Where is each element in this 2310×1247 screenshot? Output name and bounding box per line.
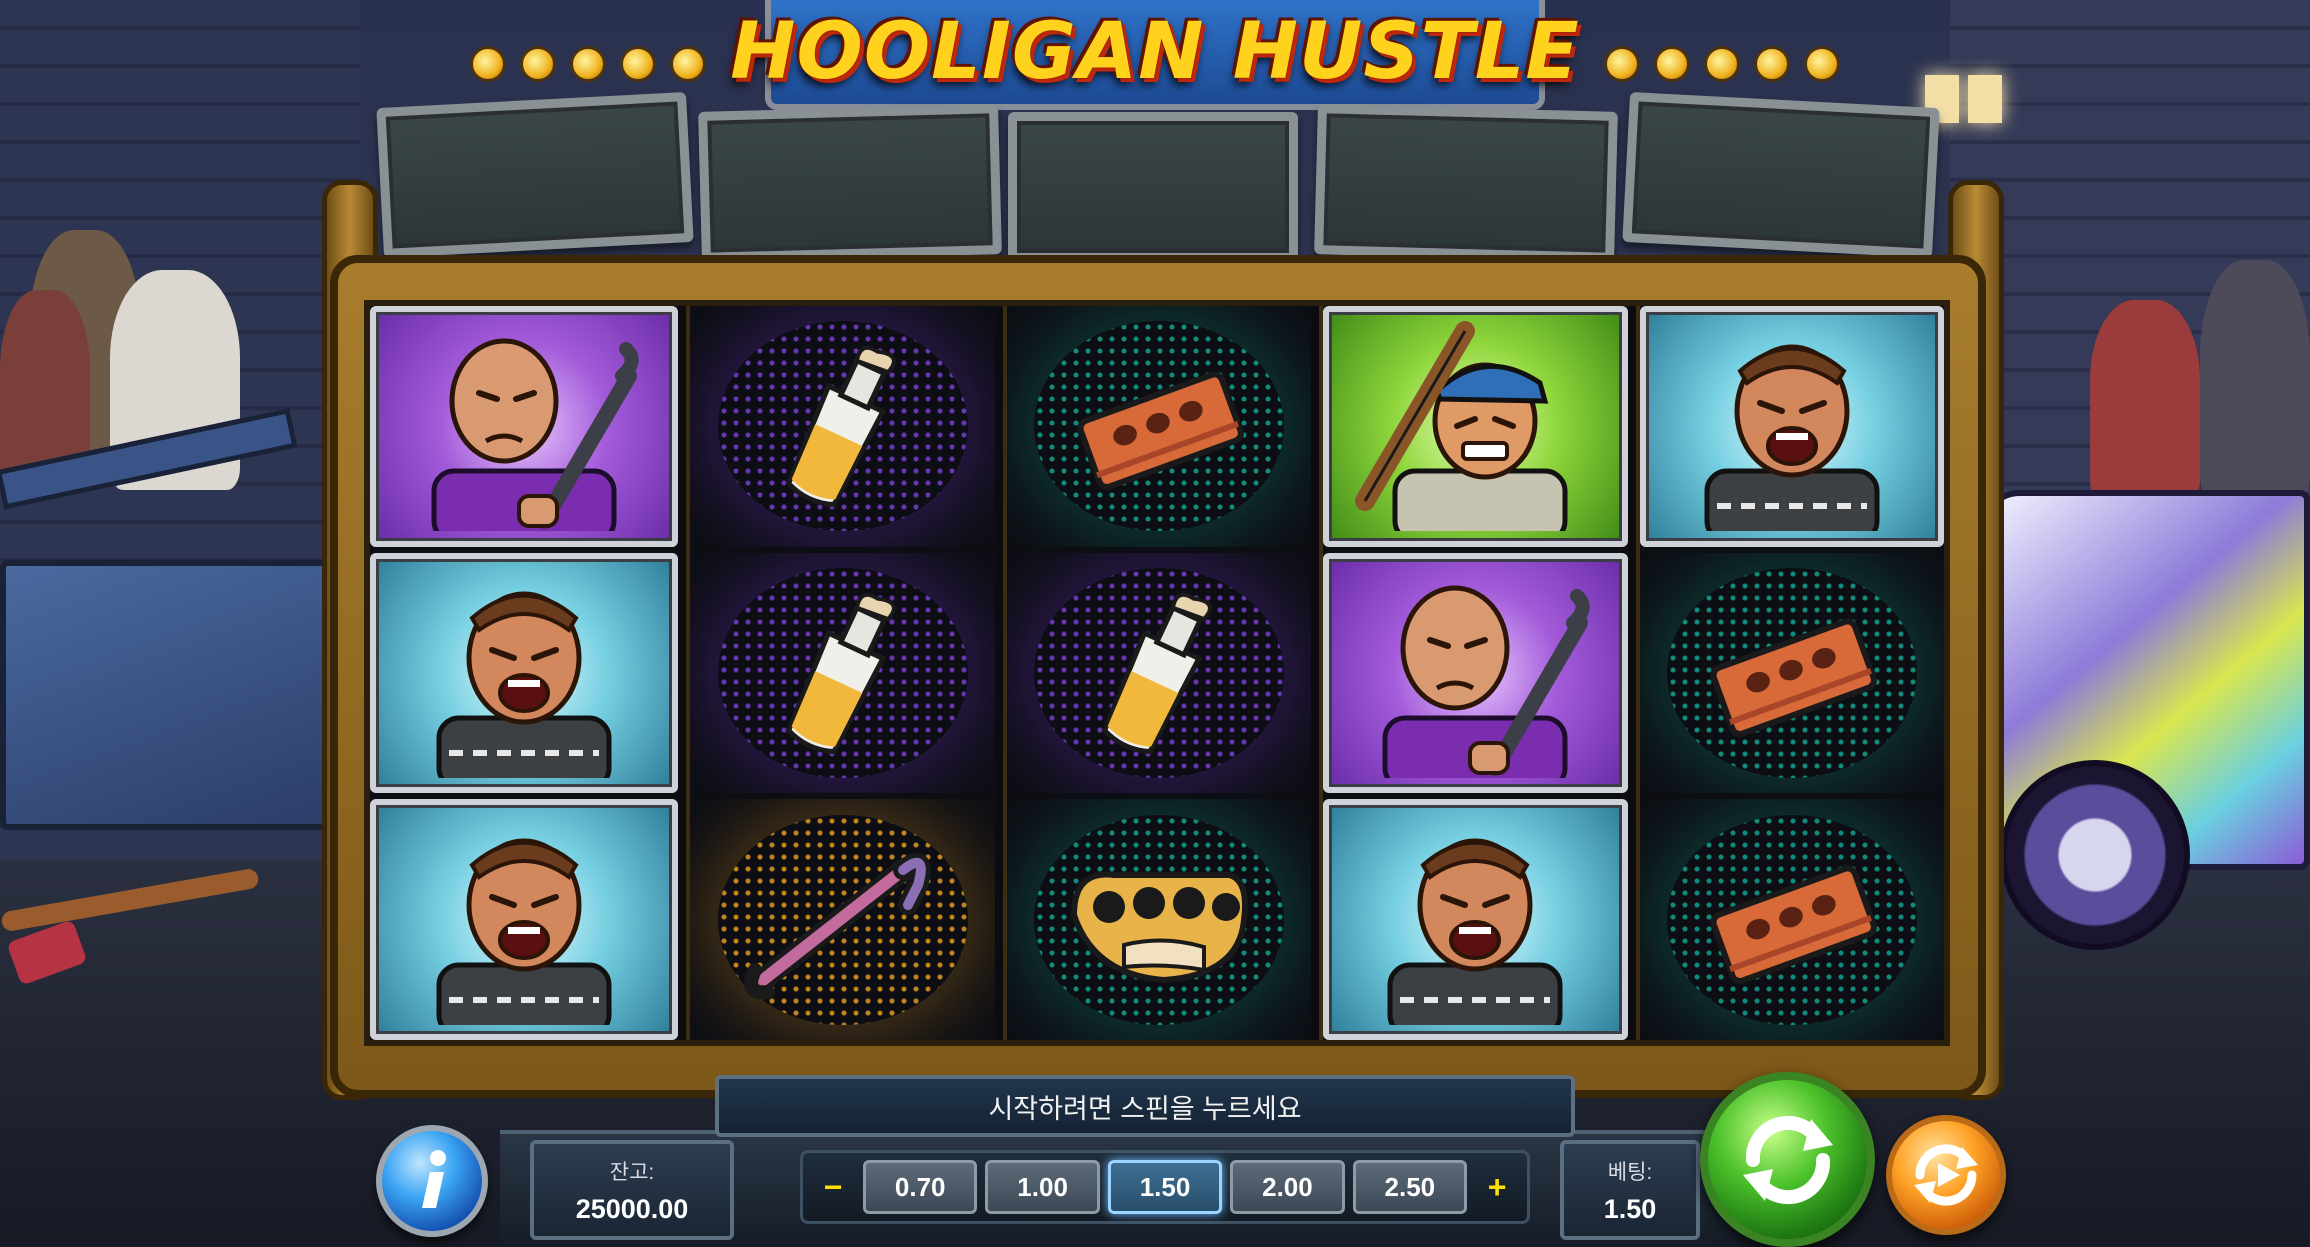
symbol-screaming-fan (370, 552, 679, 794)
symbol-bald-hooligan-pipe (1323, 552, 1628, 794)
reel-grid (364, 300, 1950, 1046)
autoplay-button[interactable] (1886, 1115, 2006, 1235)
info-button[interactable] (376, 1125, 488, 1237)
symbol-molotov-bottle (690, 552, 995, 794)
symbol-crowbar (690, 799, 995, 1040)
bet-option-selected[interactable]: 1.50 (1107, 1160, 1223, 1214)
bet-increase-button[interactable]: + (1475, 1165, 1519, 1209)
balance-label: 잔고: (609, 1160, 655, 1184)
crowd-fan (2200, 260, 2310, 500)
top-screen (698, 104, 1002, 262)
symbol-bald-hooligan-pipe (370, 306, 679, 547)
game-title: HOOLIGAN HUSTLE (730, 7, 1580, 97)
balance-value: 25000.00 (575, 1193, 689, 1224)
status-message: 시작하려면 스핀을 누르세요 (988, 1093, 1302, 1124)
symbol-molotov-bottle (690, 306, 995, 547)
symbol-screaming-fan (1639, 306, 1944, 547)
crowd-fan (2090, 300, 2200, 500)
dumpster (0, 560, 330, 830)
top-screen (1622, 91, 1940, 259)
symbol-brick (1639, 552, 1944, 794)
reel-4 (1319, 306, 1628, 1040)
info-icon (422, 1150, 446, 1208)
symbol-brick (1639, 799, 1944, 1040)
bet-option[interactable]: 1.00 (985, 1160, 1100, 1214)
spin-button[interactable] (1700, 1072, 1875, 1247)
top-screen (1314, 104, 1618, 262)
symbol-screaming-fan (370, 799, 679, 1040)
bet-option[interactable]: 0.70 (863, 1160, 978, 1214)
bet-option[interactable]: 2.50 (1352, 1160, 1468, 1214)
reel-1 (370, 306, 679, 1040)
status-message-bar: 시작하려면 스핀을 누르세요 (715, 1075, 1575, 1137)
balance-display: 잔고: 25000.00 (530, 1140, 734, 1240)
game-title-sign: HOOLIGAN HUSTLE (730, 0, 1579, 110)
symbol-molotov-bottle (1006, 552, 1312, 794)
top-screen (376, 91, 694, 259)
bet-value: 1.50 (1603, 1193, 1657, 1224)
spin-arrows-icon (1742, 1115, 1833, 1204)
autoplay-icon (1914, 1144, 1978, 1206)
symbol-brass-knuckles (1006, 799, 1312, 1040)
reel-5 (1635, 306, 1944, 1040)
reel-3 (1002, 306, 1312, 1040)
symbol-screaming-fan (1323, 799, 1628, 1040)
symbol-brick (1006, 306, 1312, 547)
bet-option[interactable]: 2.00 (1230, 1160, 1345, 1214)
symbol-cap-hooligan-bat (1323, 306, 1628, 547)
bet-selector: − 0.70 1.00 1.50 2.00 2.50 + (800, 1150, 1530, 1224)
bet-label: 베팅: (1607, 1160, 1653, 1184)
car-wheel (2000, 760, 2190, 950)
reel-2 (686, 306, 995, 1040)
bet-decrease-button[interactable]: − (811, 1165, 855, 1209)
bet-display: 베팅: 1.50 (1560, 1140, 1700, 1240)
top-screen (1008, 112, 1298, 262)
